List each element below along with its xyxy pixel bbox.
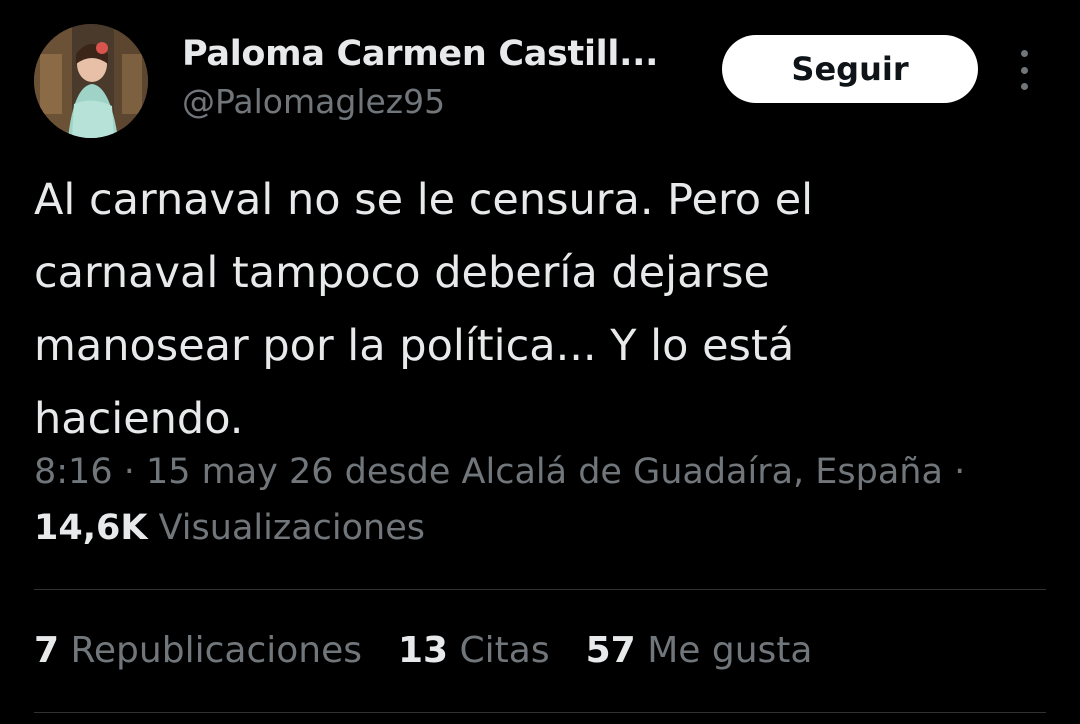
reposts-label: Republicaciones	[70, 630, 362, 671]
avatar-image	[34, 24, 148, 138]
tweet-header: Paloma Carmen Castill... @Palomaglez95 S…	[0, 0, 1080, 150]
likes-stat[interactable]: 57 Me gusta	[586, 630, 813, 671]
display-name[interactable]: Paloma Carmen Castill...	[182, 34, 658, 74]
more-dot	[1020, 66, 1028, 74]
quotes-count: 13	[397, 630, 449, 671]
user-handle[interactable]: @Palomaglez95	[182, 82, 445, 121]
reposts-stat[interactable]: 7 Republicaciones	[34, 630, 362, 671]
views-count: 14,6K	[34, 508, 148, 548]
tweet-text: Al carnaval no se le censura. Pero el ca…	[34, 175, 814, 444]
tweet-views: 14,6K Visualizaciones	[34, 508, 425, 548]
divider	[34, 589, 1046, 590]
views-label: Visualizaciones	[158, 508, 425, 548]
quotes-stat[interactable]: 13 Citas	[398, 630, 550, 671]
more-dot	[1020, 83, 1028, 90]
likes-count: 57	[585, 630, 636, 671]
avatar[interactable]	[34, 24, 148, 138]
more-dot	[1020, 50, 1028, 57]
divider	[34, 712, 1046, 713]
quotes-label: Citas	[459, 630, 550, 671]
reposts-count: 7	[34, 630, 60, 671]
tweet-stats: 7 Republicaciones 13 Citas 57 Me gusta	[34, 630, 812, 671]
more-options-icon[interactable]	[1012, 50, 1036, 90]
likes-label: Me gusta	[647, 630, 813, 671]
follow-button[interactable]: Seguir	[722, 35, 978, 103]
tweet-meta[interactable]: 8:16 · 15 may 26 desde Alcalá de Guadaír…	[34, 452, 965, 492]
